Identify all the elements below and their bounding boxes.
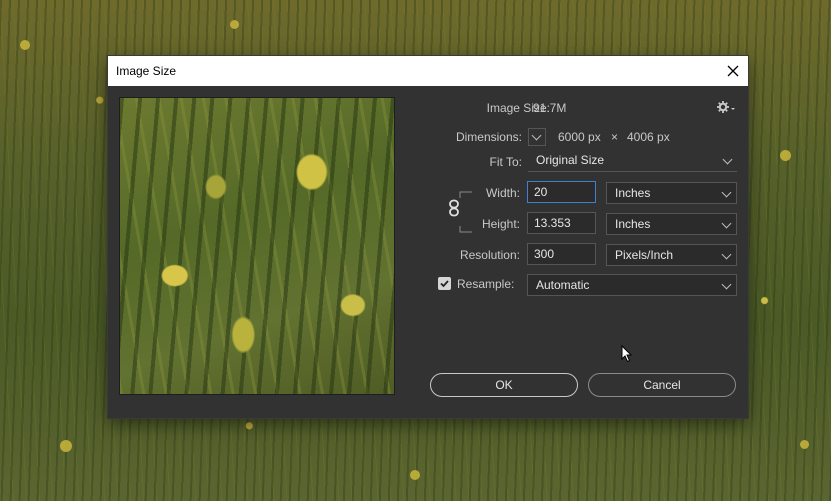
fit-to-label: Fit To: bbox=[489, 155, 522, 169]
chevron-down-icon bbox=[721, 187, 732, 198]
resample-method-value: Automatic bbox=[536, 278, 590, 292]
chevron-down-icon bbox=[721, 218, 732, 229]
dimensions-height-value: 4006 px bbox=[627, 130, 670, 144]
resolution-input[interactable]: 300 bbox=[527, 243, 596, 265]
height-input[interactable]: 13.353 bbox=[527, 212, 596, 234]
dialog-title: Image Size bbox=[116, 64, 177, 78]
dialog-body: Image Size: 91.7M Dimensions: 6000 px × … bbox=[108, 86, 748, 418]
resample-label: Resample: bbox=[457, 277, 515, 291]
link-icon bbox=[449, 199, 459, 217]
resolution-unit-value: Pixels/Inch bbox=[615, 248, 674, 262]
width-label: Width: bbox=[485, 186, 520, 200]
height-unit-select[interactable]: Inches bbox=[606, 213, 737, 235]
close-icon bbox=[727, 65, 739, 77]
dimensions-unit-dropdown[interactable] bbox=[528, 128, 546, 146]
background-blossom bbox=[800, 440, 809, 449]
width-unit-select[interactable]: Inches bbox=[606, 182, 737, 204]
background-blossom bbox=[20, 40, 30, 50]
image-size-value: 91.7M bbox=[533, 101, 567, 115]
resolution-label: Resolution: bbox=[459, 248, 520, 262]
mouse-cursor-icon bbox=[621, 345, 633, 363]
dimensions-label: Dimensions: bbox=[455, 130, 522, 144]
chevron-down-icon bbox=[721, 249, 732, 260]
dimensions-times: × bbox=[611, 130, 619, 144]
fit-to-select[interactable]: Original Size bbox=[528, 150, 737, 172]
height-label: Height: bbox=[481, 217, 520, 231]
dimensions-width-value: 6000 px bbox=[558, 130, 601, 144]
image-preview[interactable] bbox=[119, 97, 395, 395]
fit-to-value: Original Size bbox=[536, 153, 605, 167]
chevron-down-icon bbox=[722, 154, 733, 165]
ok-button[interactable]: OK bbox=[430, 373, 578, 397]
close-button[interactable] bbox=[718, 56, 748, 86]
width-unit-value: Inches bbox=[615, 186, 651, 200]
constrain-proportions-toggle[interactable] bbox=[447, 199, 461, 217]
resolution-unit-select[interactable]: Pixels/Inch bbox=[606, 244, 737, 266]
check-icon bbox=[440, 280, 449, 288]
height-unit-value: Inches bbox=[615, 217, 651, 231]
settings-menu-button[interactable] bbox=[716, 100, 736, 114]
background-blossom bbox=[60, 440, 72, 452]
background-blossom bbox=[230, 20, 239, 29]
chevron-down-icon bbox=[531, 130, 542, 141]
background-blossom bbox=[410, 470, 420, 480]
gear-icon bbox=[717, 101, 735, 113]
resample-method-select[interactable]: Automatic bbox=[527, 274, 737, 296]
width-input[interactable]: 20 bbox=[527, 181, 596, 203]
chevron-down-icon bbox=[721, 279, 732, 290]
image-size-dialog: Image Size Image Size: 91.7M Dimensions:… bbox=[108, 56, 748, 418]
background-blossom bbox=[780, 150, 791, 161]
cancel-button[interactable]: Cancel bbox=[588, 373, 736, 397]
dialog-titlebar: Image Size bbox=[108, 56, 748, 86]
resample-checkbox[interactable] bbox=[438, 277, 451, 290]
